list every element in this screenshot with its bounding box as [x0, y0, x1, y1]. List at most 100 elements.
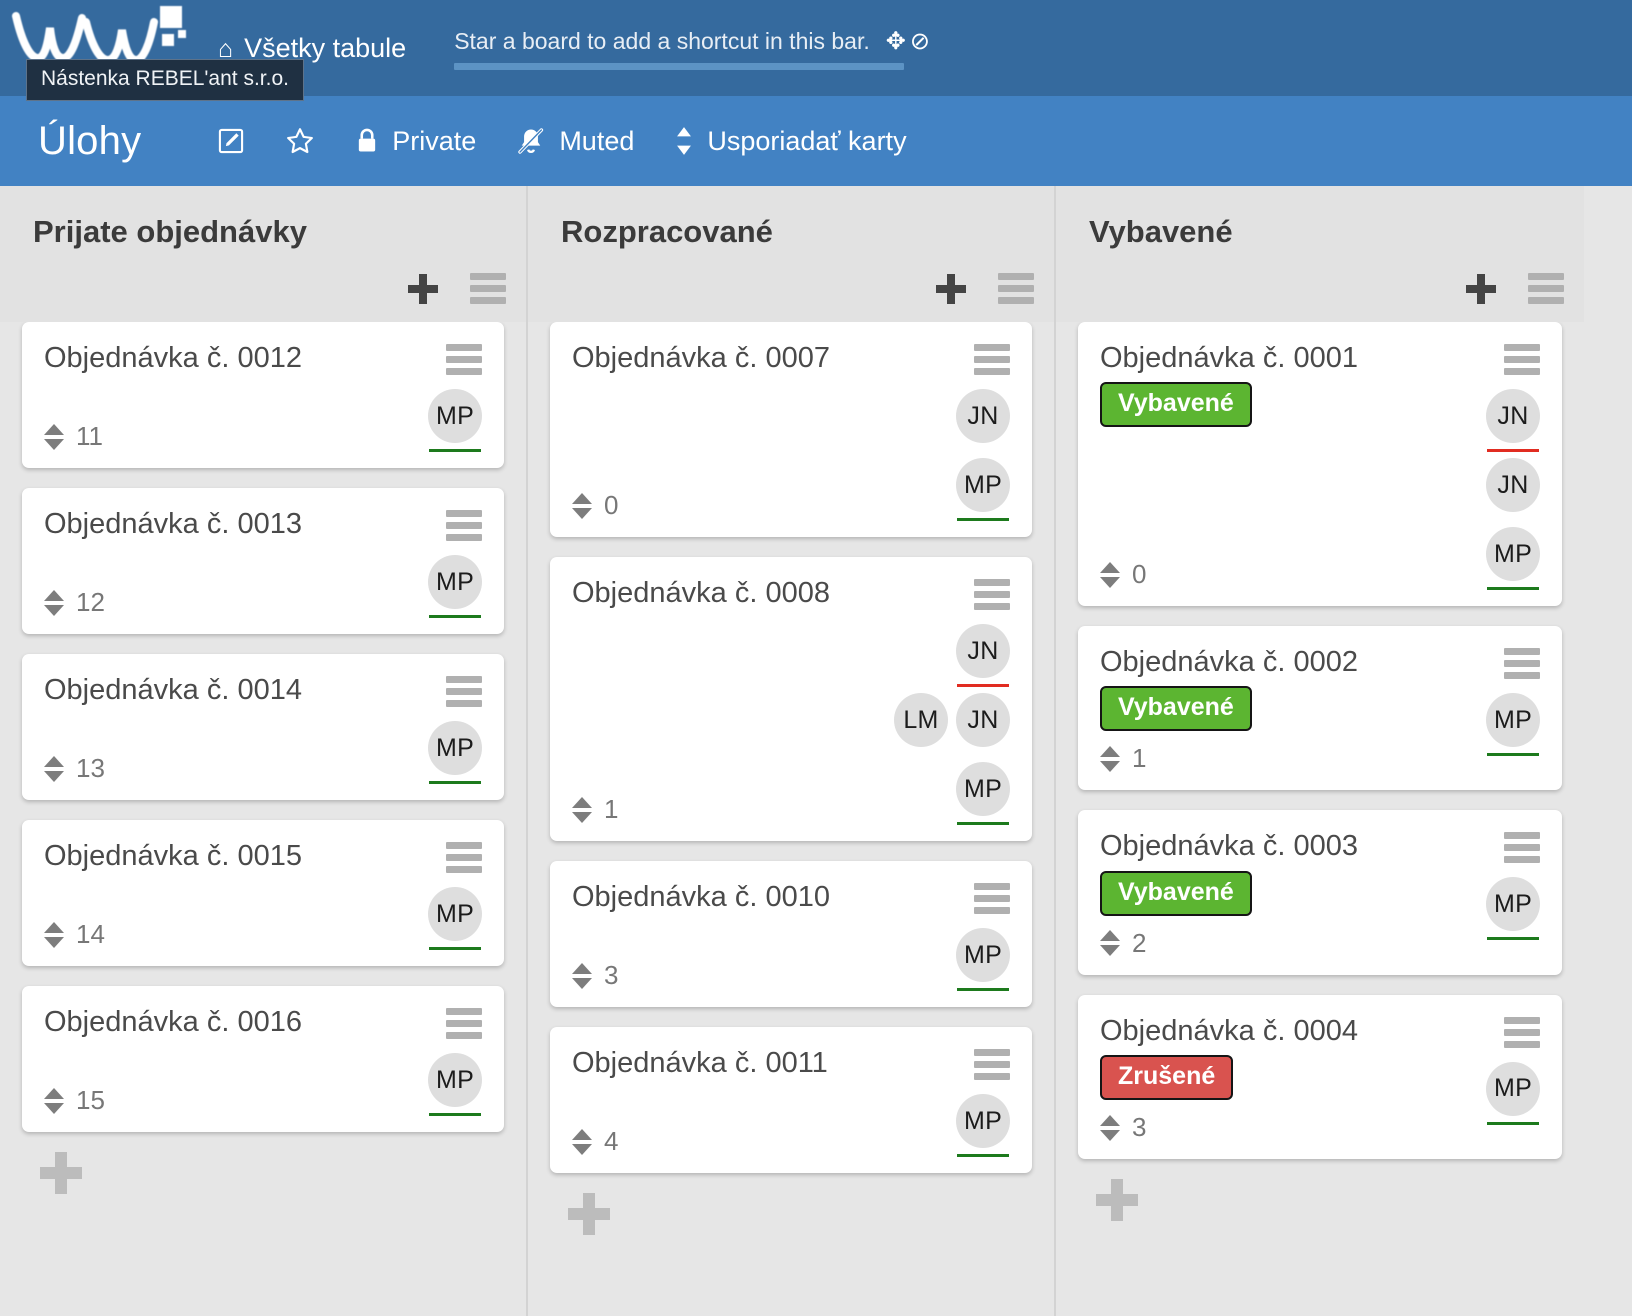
- card-sort-icon[interactable]: [572, 1127, 592, 1157]
- card-menu-icon[interactable]: [974, 883, 1010, 914]
- status-badge[interactable]: Vybavené: [1100, 382, 1252, 428]
- card-member[interactable]: JN: [1486, 458, 1540, 521]
- board-mute-button[interactable]: Muted: [496, 120, 654, 163]
- card-sort-icon[interactable]: [44, 422, 64, 452]
- board-card[interactable]: Objednávka č. 0014 13 MP: [22, 654, 504, 800]
- board-card[interactable]: Objednávka č. 0012 11 MP: [22, 322, 504, 468]
- status-badge[interactable]: Zrušené: [1100, 1055, 1234, 1101]
- board-card[interactable]: Objednávka č. 0004 Zrušené 3 MP: [1078, 994, 1562, 1160]
- card-meta: 1: [572, 782, 884, 825]
- card-member-row: JN: [1486, 389, 1540, 452]
- shortcut-bar: Star a board to add a shortcut in this b…: [454, 27, 930, 70]
- card-sort-icon[interactable]: [1100, 928, 1120, 958]
- card-sort-icon[interactable]: [44, 754, 64, 784]
- card-member[interactable]: MP: [428, 1053, 482, 1116]
- card-sort-icon[interactable]: [1100, 1113, 1120, 1143]
- card-sort-icon[interactable]: [44, 920, 64, 950]
- card-member[interactable]: MP: [1486, 1061, 1540, 1125]
- card-sort-icon[interactable]: [572, 961, 592, 991]
- card-menu-icon[interactable]: [1504, 1016, 1540, 1048]
- card-menu-icon[interactable]: [974, 344, 1010, 375]
- card-member[interactable]: MP: [428, 721, 482, 784]
- card-member[interactable]: MP: [428, 555, 482, 618]
- avatar: JN: [956, 389, 1010, 443]
- card-member[interactable]: MP: [1486, 527, 1540, 590]
- card-menu-icon[interactable]: [974, 1049, 1010, 1080]
- card-meta: 2: [1100, 916, 1476, 959]
- status-badge[interactable]: Vybavené: [1100, 686, 1252, 732]
- card-menu-icon[interactable]: [1504, 344, 1540, 375]
- card-member[interactable]: MP: [956, 928, 1010, 991]
- board-card[interactable]: Objednávka č. 0016 15 MP: [22, 986, 504, 1132]
- card-menu-icon[interactable]: [1504, 648, 1540, 679]
- card-sort-icon[interactable]: [1100, 744, 1120, 774]
- move-icon[interactable]: ✥: [886, 27, 906, 56]
- rename-board-button[interactable]: [197, 121, 265, 161]
- board-visibility-button[interactable]: Private: [335, 120, 496, 163]
- list-menu-icon[interactable]: [470, 273, 506, 304]
- board-card[interactable]: Objednávka č. 0008 1 JN LM JN MP: [550, 557, 1032, 841]
- status-badge[interactable]: Vybavené: [1100, 870, 1252, 916]
- card-member[interactable]: MP: [1486, 693, 1540, 756]
- card-member[interactable]: MP: [428, 887, 482, 950]
- card-member[interactable]: LM: [894, 693, 948, 756]
- card-member[interactable]: JN: [956, 389, 1010, 452]
- card-title: Objednávka č. 0001: [1100, 342, 1358, 374]
- card-sort-icon[interactable]: [44, 1086, 64, 1116]
- add-card-top-button[interactable]: [936, 273, 966, 304]
- add-card-top-button[interactable]: [1466, 273, 1496, 304]
- card-member[interactable]: MP: [428, 389, 482, 452]
- card-meta: 4: [572, 1114, 946, 1157]
- card-member[interactable]: JN: [956, 624, 1010, 687]
- board-card[interactable]: Objednávka č. 0013 12 MP: [22, 488, 504, 634]
- card-menu-icon[interactable]: [446, 842, 482, 873]
- board-card[interactable]: Objednávka č. 0007 0 JN MP: [550, 322, 1032, 537]
- board-card[interactable]: Objednávka č. 0015 14 MP: [22, 820, 504, 966]
- card-member[interactable]: JN: [1486, 389, 1540, 452]
- edit-pencil-icon: [217, 127, 245, 155]
- card-menu-icon[interactable]: [446, 344, 482, 375]
- card-sort-number: 13: [76, 753, 105, 783]
- sort-cards-label: Usporiadať karty: [707, 125, 907, 156]
- list-header: Rozpracované: [528, 186, 1054, 322]
- board-card[interactable]: Objednávka č. 0011 4 MP: [550, 1027, 1032, 1173]
- block-icon[interactable]: ⊘: [910, 27, 930, 56]
- card-member-row: LM JN: [894, 693, 1010, 756]
- card-member[interactable]: MP: [956, 458, 1010, 521]
- star-board-button[interactable]: [265, 120, 335, 162]
- board-title: Úlohy: [38, 118, 142, 163]
- card-menu-icon[interactable]: [974, 579, 1010, 610]
- card-member[interactable]: MP: [956, 762, 1010, 825]
- card-title: Objednávka č. 0003: [1100, 830, 1358, 863]
- board-card[interactable]: Objednávka č. 0001 Vybavené 0 JN JN MP: [1078, 322, 1562, 606]
- board-card[interactable]: Objednávka č. 0003 Vybavené 2 MP: [1078, 810, 1562, 975]
- card-menu-icon[interactable]: [446, 676, 482, 707]
- card-sort-number: 11: [76, 421, 103, 451]
- home-icon: ⌂: [218, 34, 234, 63]
- card-menu-icon[interactable]: [1504, 832, 1540, 864]
- add-card-bottom-button[interactable]: [568, 1193, 610, 1235]
- sort-cards-button[interactable]: Usporiadať karty: [654, 120, 926, 163]
- add-card-bottom-button[interactable]: [40, 1152, 82, 1194]
- card-sort-icon[interactable]: [572, 491, 592, 521]
- board-list: Rozpracované Objednávka č. 0007 0 JN MP Objed…: [528, 186, 1056, 1316]
- list-menu-icon[interactable]: [1528, 273, 1564, 304]
- board-card[interactable]: Objednávka č. 0010 3 MP: [550, 861, 1032, 1007]
- card-sort-icon[interactable]: [44, 588, 64, 618]
- add-card-top-button[interactable]: [408, 273, 438, 304]
- card-member[interactable]: MP: [1486, 877, 1540, 941]
- card-member[interactable]: JN: [956, 693, 1010, 756]
- card-menu-icon[interactable]: [446, 510, 482, 541]
- card-sort-icon[interactable]: [572, 795, 592, 825]
- card-sort-icon[interactable]: [1100, 560, 1120, 590]
- board-card[interactable]: Objednávka č. 0002 Vybavené 1 MP: [1078, 626, 1562, 791]
- add-card-bottom-button[interactable]: [1096, 1179, 1138, 1222]
- card-menu-icon[interactable]: [446, 1008, 482, 1039]
- list-title: Prijate objednávky: [33, 214, 307, 249]
- card-member[interactable]: MP: [956, 1094, 1010, 1157]
- avatar-status-underline: [1487, 937, 1539, 941]
- card-member-row: JN: [956, 624, 1010, 687]
- card-member-row: MP: [956, 928, 1010, 991]
- list-menu-icon[interactable]: [998, 273, 1034, 304]
- list-title: Vybavené: [1089, 214, 1233, 249]
